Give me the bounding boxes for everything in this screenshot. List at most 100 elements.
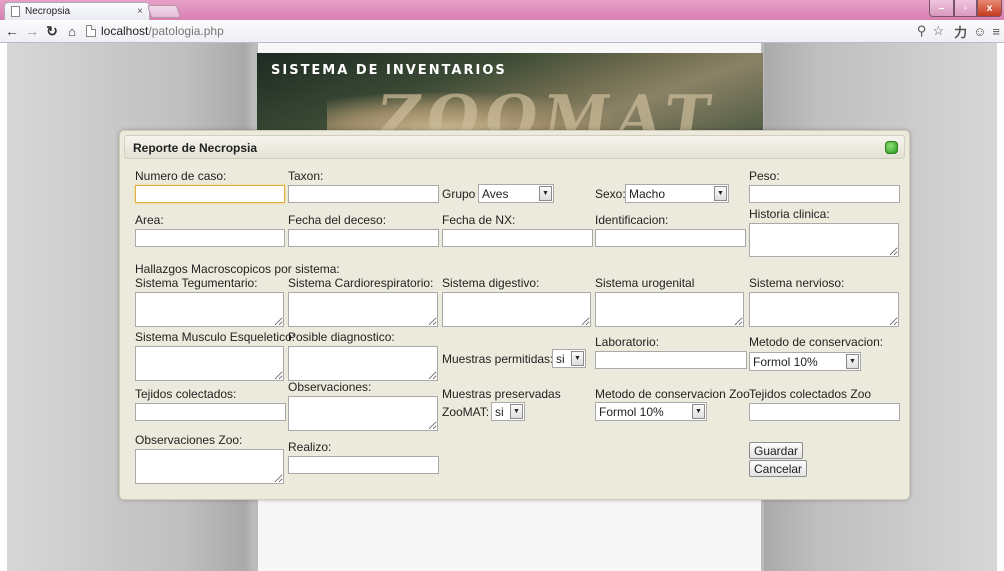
sistema-cardiorespiratorio-textarea[interactable] (288, 292, 438, 327)
sistema-tegumentario-label: Sistema Tegumentario: (135, 276, 258, 290)
hallazgos-heading: Hallazgos Macroscopicos por sistema: (135, 262, 340, 276)
home-icon[interactable]: ⌂ (62, 24, 82, 39)
muestras-preservadas-label: Muestras preservadas (442, 387, 561, 401)
page-icon (86, 25, 96, 37)
url-path: /patologia.php (148, 24, 224, 38)
muestras-preservadas-select[interactable]: si ▼ (491, 402, 525, 421)
area-label: Area: (135, 213, 164, 227)
metodo-conservacion-zoo-label: Metodo de conservacion Zoo (595, 387, 750, 401)
banner-title: SISTEMA DE INVENTARIOS (271, 63, 507, 78)
close-window-button[interactable]: x (977, 0, 1002, 17)
peso-label: Peso: (749, 169, 780, 183)
sistema-urogenital-label: Sistema urogenital (595, 276, 695, 290)
numero-caso-label: Numero de caso: (135, 169, 227, 183)
fecha-deceso-label: Fecha del deceso: (288, 213, 387, 227)
page-gutter-left (0, 43, 7, 571)
fecha-nx-label: Fecha de NX: (442, 213, 516, 227)
reload-icon[interactable]: ↻ (42, 23, 62, 40)
identificacion-label: Identificacion: (595, 213, 669, 227)
page-viewport: ZOOMAT SISTEMA DE INVENTARIOS Reporte de… (0, 43, 1004, 571)
grupo-label: Grupo (442, 187, 476, 201)
posible-diagnostico-label: Posible diagnostico: (288, 330, 395, 344)
taxon-input[interactable] (288, 185, 439, 203)
muestras-preservadas-label-2: ZooMAT: (442, 405, 490, 419)
sistema-digestivo-textarea[interactable] (442, 292, 591, 327)
laboratorio-label: Laboratorio: (595, 335, 660, 349)
extension-icon[interactable]: ☺ (973, 24, 986, 39)
sistema-digestivo-label: Sistema digestivo: (442, 276, 540, 290)
grupo-value: Aves (482, 186, 509, 201)
chevron-down-icon: ▼ (714, 186, 727, 201)
fecha-deceso-input[interactable] (288, 229, 439, 247)
taxon-label: Taxon: (288, 169, 324, 183)
sistema-urogenital-textarea[interactable] (595, 292, 744, 327)
url-host: localhost (101, 24, 149, 38)
metodo-conservacion-select[interactable]: Formol 10% ▼ (749, 352, 861, 371)
observaciones-label: Observaciones: (288, 380, 372, 394)
dialog-close-icon[interactable] (885, 141, 898, 154)
muestras-permitidas-select[interactable]: si ▼ (552, 349, 586, 368)
metodo-conservacion-label: Metodo de conservacion: (749, 335, 884, 349)
forward-arrow-icon[interactable]: → (22, 23, 42, 39)
address-bar[interactable]: localhost /patologia.php ⚲ ☆ (86, 22, 944, 40)
banner-logo: ZOOMAT (372, 83, 721, 136)
new-tab-button[interactable] (146, 5, 182, 18)
maximize-button[interactable]: ▫ (954, 0, 977, 17)
chevron-down-icon: ▼ (571, 351, 584, 366)
historia-clinica-textarea[interactable] (749, 223, 899, 257)
bookmark-star-icon[interactable]: ☆ (932, 23, 944, 39)
tab-title: Necropsia (25, 6, 71, 17)
page-gutter-right (997, 43, 1004, 571)
sistema-nervioso-label: Sistema nervioso: (749, 276, 845, 290)
zoom-icon[interactable]: ⚲ (917, 23, 927, 39)
tejidos-colectados-label: Tejidos colectados: (135, 387, 237, 401)
chevron-down-icon: ▼ (846, 354, 859, 369)
observaciones-zoo-textarea[interactable] (135, 449, 284, 484)
numero-caso-input[interactable] (135, 185, 285, 203)
sistema-nervioso-textarea[interactable] (749, 292, 899, 327)
tab-close-icon[interactable]: × (137, 6, 143, 17)
realizo-input[interactable] (288, 456, 439, 474)
muestras-permitidas-value: si (556, 351, 565, 366)
sexo-value: Macho (629, 186, 666, 201)
browser-toolbar: ← → ↻ ⌂ localhost /patologia.php ⚲ ☆ 力 ☺… (0, 20, 1004, 43)
site-banner: ZOOMAT SISTEMA DE INVENTARIOS (257, 53, 763, 136)
sexo-select[interactable]: Macho ▼ (625, 184, 729, 203)
translate-extension-icon[interactable]: 力 (954, 22, 967, 41)
menu-icon[interactable]: ≡ (992, 24, 1000, 39)
back-arrow-icon[interactable]: ← (2, 23, 22, 39)
tejidos-colectados-zoo-label: Tejidos colectados Zoo (749, 387, 872, 401)
laboratorio-input[interactable] (595, 351, 747, 369)
cancelar-button[interactable]: Cancelar (749, 460, 808, 477)
guardar-button[interactable]: Guardar (749, 442, 804, 459)
area-input[interactable] (135, 229, 285, 247)
identificacion-input[interactable] (595, 229, 746, 247)
tejidos-colectados-zoo-input[interactable] (749, 403, 900, 421)
sistema-musculo-label: Sistema Musculo Esqueletico: (135, 330, 296, 344)
sexo-label: Sexo: (595, 187, 626, 201)
metodo-conservacion-zoo-value: Formol 10% (599, 404, 664, 419)
chevron-down-icon: ▼ (539, 186, 552, 201)
minimize-button[interactable]: – (929, 0, 954, 17)
observaciones-zoo-label: Observaciones Zoo: (135, 433, 243, 447)
sistema-tegumentario-textarea[interactable] (135, 292, 284, 327)
chevron-down-icon: ▼ (692, 404, 705, 419)
necropsia-dialog: Reporte de Necropsia Numero de caso: Tax… (119, 130, 910, 500)
metodo-conservacion-value: Formol 10% (753, 354, 818, 369)
fecha-nx-input[interactable] (442, 229, 593, 247)
metodo-conservacion-zoo-select[interactable]: Formol 10% ▼ (595, 402, 707, 421)
dialog-title: Reporte de Necropsia (133, 141, 258, 155)
sistema-musculo-textarea[interactable] (135, 346, 284, 381)
grupo-select[interactable]: Aves ▼ (478, 184, 554, 203)
browser-tab[interactable]: Necropsia × (4, 2, 150, 20)
peso-input[interactable] (749, 185, 900, 203)
tab-page-icon (11, 6, 20, 17)
muestras-preservadas-value: si (495, 404, 504, 419)
sistema-cardiorespiratorio-label: Sistema Cardiorespiratorio: (288, 276, 434, 290)
dialog-header[interactable]: Reporte de Necropsia (124, 135, 905, 159)
observaciones-textarea[interactable] (288, 396, 438, 431)
historia-clinica-label: Historia clinica: (749, 207, 830, 221)
browser-titlebar: Necropsia × – ▫ x (0, 0, 1004, 20)
posible-diagnostico-textarea[interactable] (288, 346, 438, 381)
tejidos-colectados-input[interactable] (135, 403, 286, 421)
